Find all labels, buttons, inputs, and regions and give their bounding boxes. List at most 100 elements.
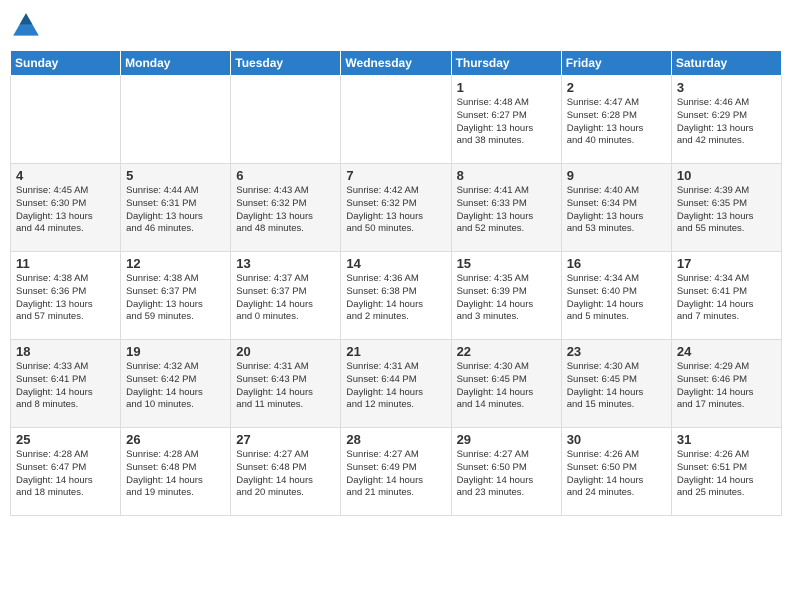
day-info: Sunrise: 4:45 AM Sunset: 6:30 PM Dayligh… — [16, 185, 115, 236]
logo — [10, 10, 46, 42]
day-info: Sunrise: 4:31 AM Sunset: 6:43 PM Dayligh… — [236, 361, 335, 412]
day-cell — [121, 76, 231, 164]
day-cell: 23Sunrise: 4:30 AM Sunset: 6:45 PM Dayli… — [561, 340, 671, 428]
day-cell: 2 Sunrise: 4:47 AM Sunset: 6:28 PM Daylig… — [561, 76, 671, 164]
day-number: 27 — [236, 432, 335, 447]
day-info: Sunrise: 4:34 AM Sunset: 6:40 PM Dayligh… — [567, 273, 666, 324]
day-cell: 9 Sunrise: 4:40 AM Sunset: 6:34 PM Daylig… — [561, 164, 671, 252]
day-number: 1 — [457, 80, 556, 95]
day-info: Sunrise: 4:38 AM Sunset: 6:37 PM Dayligh… — [126, 273, 225, 324]
week-row-1: 4 Sunrise: 4:45 AM Sunset: 6:30 PM Daylig… — [11, 164, 782, 252]
day-cell: 13 Sunrise: 4:37 AM Sunset: 6:37 PM Dayli… — [231, 252, 341, 340]
day-number: 18 — [16, 344, 115, 359]
day-header-tuesday: Tuesday — [231, 51, 341, 76]
day-cell: 30 Sunrise: 4:26 AM Sunset: 6:50 PM Dayli… — [561, 428, 671, 516]
day-info: Sunrise: 4:30 AM Sunset: 6:45 PM Dayligh… — [567, 361, 666, 412]
day-number: 12 — [126, 256, 225, 271]
day-info: Sunrise: 4:44 AM Sunset: 6:31 PM Dayligh… — [126, 185, 225, 236]
day-number: 29 — [457, 432, 556, 447]
day-info: Sunrise: 4:34 AM Sunset: 6:41 PM Dayligh… — [677, 273, 776, 324]
week-row-0: 1 Sunrise: 4:48 AM Sunset: 6:27 PM Daylig… — [11, 76, 782, 164]
day-info: Sunrise: 4:29 AM Sunset: 6:46 PM Dayligh… — [677, 361, 776, 412]
day-number: 21 — [346, 344, 445, 359]
day-number: 14 — [346, 256, 445, 271]
day-info: Sunrise: 4:41 AM Sunset: 6:33 PM Dayligh… — [457, 185, 556, 236]
day-cell: 5 Sunrise: 4:44 AM Sunset: 6:31 PM Daylig… — [121, 164, 231, 252]
day-info: Sunrise: 4:46 AM Sunset: 6:29 PM Dayligh… — [677, 97, 776, 148]
day-info: Sunrise: 4:47 AM Sunset: 6:28 PM Dayligh… — [567, 97, 666, 148]
day-cell: 19Sunrise: 4:32 AM Sunset: 6:42 PM Dayli… — [121, 340, 231, 428]
day-number: 11 — [16, 256, 115, 271]
day-info: Sunrise: 4:33 AM Sunset: 6:41 PM Dayligh… — [16, 361, 115, 412]
day-number: 15 — [457, 256, 556, 271]
day-info: Sunrise: 4:37 AM Sunset: 6:37 PM Dayligh… — [236, 273, 335, 324]
day-info: Sunrise: 4:36 AM Sunset: 6:38 PM Dayligh… — [346, 273, 445, 324]
day-number: 30 — [567, 432, 666, 447]
day-cell: 29 Sunrise: 4:27 AM Sunset: 6:50 PM Dayli… — [451, 428, 561, 516]
day-cell: 28 Sunrise: 4:27 AM Sunset: 6:49 PM Dayli… — [341, 428, 451, 516]
day-header-monday: Monday — [121, 51, 231, 76]
day-info: Sunrise: 4:42 AM Sunset: 6:32 PM Dayligh… — [346, 185, 445, 236]
day-cell: 25 Sunrise: 4:28 AM Sunset: 6:47 PM Dayli… — [11, 428, 121, 516]
day-cell: 12 Sunrise: 4:38 AM Sunset: 6:37 PM Dayli… — [121, 252, 231, 340]
day-cell: 22Sunrise: 4:30 AM Sunset: 6:45 PM Dayli… — [451, 340, 561, 428]
day-cell: 10 Sunrise: 4:39 AM Sunset: 6:35 PM Dayli… — [671, 164, 781, 252]
day-info: Sunrise: 4:26 AM Sunset: 6:50 PM Dayligh… — [567, 449, 666, 500]
day-info: Sunrise: 4:48 AM Sunset: 6:27 PM Dayligh… — [457, 97, 556, 148]
day-cell: 20 Sunrise: 4:31 AM Sunset: 6:43 PM Dayli… — [231, 340, 341, 428]
day-cell: 31 Sunrise: 4:26 AM Sunset: 6:51 PM Dayli… — [671, 428, 781, 516]
day-number: 5 — [126, 168, 225, 183]
day-header-thursday: Thursday — [451, 51, 561, 76]
day-number: 20 — [236, 344, 335, 359]
day-header-friday: Friday — [561, 51, 671, 76]
week-row-4: 25 Sunrise: 4:28 AM Sunset: 6:47 PM Dayli… — [11, 428, 782, 516]
day-number: 4 — [16, 168, 115, 183]
day-header-saturday: Saturday — [671, 51, 781, 76]
day-info: Sunrise: 4:27 AM Sunset: 6:49 PM Dayligh… — [346, 449, 445, 500]
day-header-wednesday: Wednesday — [341, 51, 451, 76]
day-number: 2 — [567, 80, 666, 95]
week-row-3: 18 Sunrise: 4:33 AM Sunset: 6:41 PM Dayli… — [11, 340, 782, 428]
day-info: Sunrise: 4:27 AM Sunset: 6:50 PM Dayligh… — [457, 449, 556, 500]
day-number: 22 — [457, 344, 556, 359]
day-info: Sunrise: 4:39 AM Sunset: 6:35 PM Dayligh… — [677, 185, 776, 236]
day-cell: 27 Sunrise: 4:27 AM Sunset: 6:48 PM Dayli… — [231, 428, 341, 516]
day-cell: 24Sunrise: 4:29 AM Sunset: 6:46 PM Dayli… — [671, 340, 781, 428]
day-cell: 15 Sunrise: 4:35 AM Sunset: 6:39 PM Dayli… — [451, 252, 561, 340]
day-number: 19 — [126, 344, 225, 359]
day-info: Sunrise: 4:27 AM Sunset: 6:48 PM Dayligh… — [236, 449, 335, 500]
day-info: Sunrise: 4:38 AM Sunset: 6:36 PM Dayligh… — [16, 273, 115, 324]
day-info: Sunrise: 4:43 AM Sunset: 6:32 PM Dayligh… — [236, 185, 335, 236]
logo-icon — [10, 10, 42, 42]
day-cell: 8 Sunrise: 4:41 AM Sunset: 6:33 PM Daylig… — [451, 164, 561, 252]
day-cell: 17 Sunrise: 4:34 AM Sunset: 6:41 PM Dayli… — [671, 252, 781, 340]
day-cell: 6Sunrise: 4:43 AM Sunset: 6:32 PM Daylig… — [231, 164, 341, 252]
day-number: 13 — [236, 256, 335, 271]
day-info: Sunrise: 4:26 AM Sunset: 6:51 PM Dayligh… — [677, 449, 776, 500]
day-cell: 11 Sunrise: 4:38 AM Sunset: 6:36 PM Dayli… — [11, 252, 121, 340]
day-number: 25 — [16, 432, 115, 447]
day-cell: 4 Sunrise: 4:45 AM Sunset: 6:30 PM Daylig… — [11, 164, 121, 252]
day-number: 31 — [677, 432, 776, 447]
day-cell: 1 Sunrise: 4:48 AM Sunset: 6:27 PM Daylig… — [451, 76, 561, 164]
week-row-2: 11 Sunrise: 4:38 AM Sunset: 6:36 PM Dayli… — [11, 252, 782, 340]
day-cell: 3 Sunrise: 4:46 AM Sunset: 6:29 PM Daylig… — [671, 76, 781, 164]
day-cell — [11, 76, 121, 164]
day-number: 17 — [677, 256, 776, 271]
day-number: 16 — [567, 256, 666, 271]
day-cell: 7 Sunrise: 4:42 AM Sunset: 6:32 PM Daylig… — [341, 164, 451, 252]
day-cell: 26Sunrise: 4:28 AM Sunset: 6:48 PM Dayli… — [121, 428, 231, 516]
day-number: 7 — [346, 168, 445, 183]
day-cell: 14 Sunrise: 4:36 AM Sunset: 6:38 PM Dayli… — [341, 252, 451, 340]
day-cell: 21Sunrise: 4:31 AM Sunset: 6:44 PM Dayli… — [341, 340, 451, 428]
day-number: 3 — [677, 80, 776, 95]
day-number: 9 — [567, 168, 666, 183]
day-info: Sunrise: 4:40 AM Sunset: 6:34 PM Dayligh… — [567, 185, 666, 236]
day-info: Sunrise: 4:35 AM Sunset: 6:39 PM Dayligh… — [457, 273, 556, 324]
day-number: 8 — [457, 168, 556, 183]
header — [10, 10, 782, 42]
day-number: 26 — [126, 432, 225, 447]
day-number: 10 — [677, 168, 776, 183]
day-number: 28 — [346, 432, 445, 447]
day-info: Sunrise: 4:28 AM Sunset: 6:47 PM Dayligh… — [16, 449, 115, 500]
